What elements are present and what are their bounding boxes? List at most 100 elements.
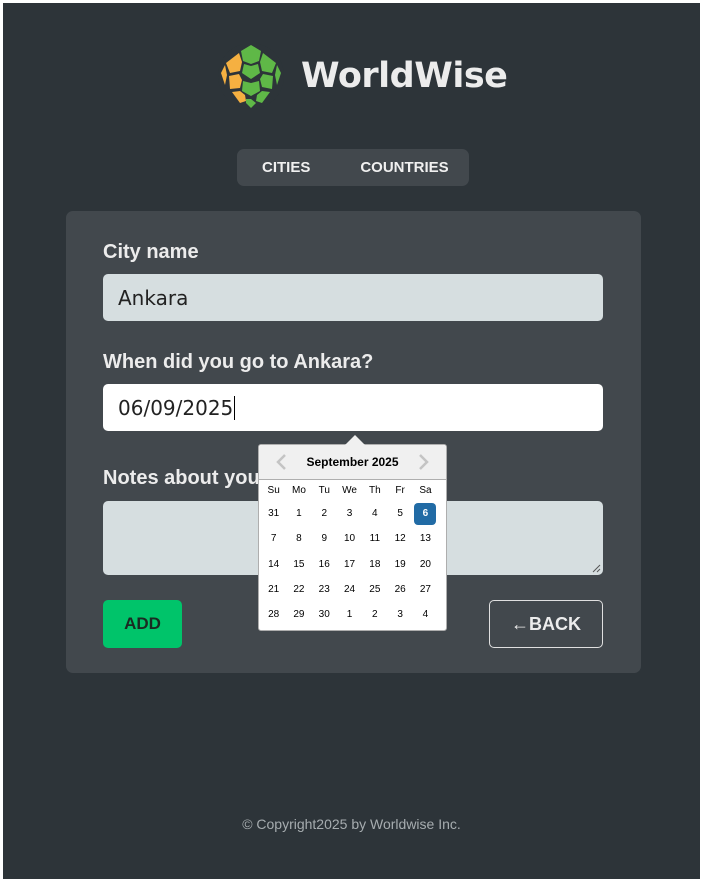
calendar-day[interactable]: 11: [362, 526, 387, 551]
calendar-day-number: 4: [422, 609, 429, 621]
calendar-day[interactable]: 15: [286, 552, 311, 577]
back-button[interactable]: ←BACK: [489, 600, 603, 648]
calendar-day-number: 15: [293, 558, 305, 570]
calendar-day-number: 12: [394, 533, 406, 545]
calendar-day-number: 6: [414, 502, 437, 525]
calendar-day[interactable]: 16: [312, 552, 337, 577]
calendar-day[interactable]: 3: [337, 501, 362, 526]
brand-name: WorldWise: [301, 56, 508, 96]
tab-bar: CITIES COUNTRIES: [237, 149, 469, 186]
calendar-day[interactable]: 2: [312, 501, 337, 526]
datepicker-popup: September 2025 Su Mo Tu We Th Fr Sa 31 1 2…: [258, 435, 447, 631]
weekday-label: Su: [267, 485, 280, 496]
weekday-label: Tu: [318, 485, 330, 496]
calendar-day-number: 4: [372, 508, 378, 520]
datepicker-day-grid: 31 1 2 3 4 5 6 7 8 9 10 11 12 13 14 15 16 17 18 19 20 21 22 23 2…: [261, 501, 446, 627]
date-label: When did you go to Ankara?: [103, 351, 374, 373]
calendar-day-number: 3: [346, 508, 353, 520]
calendar-day[interactable]: 8: [286, 526, 311, 551]
datepicker-pointer: [345, 435, 365, 445]
calendar-day-number: 27: [419, 584, 431, 596]
calendar-day-number: 3: [397, 609, 403, 621]
calendar-day-number: 29: [293, 609, 305, 621]
calendar-day-number: 31: [268, 508, 280, 520]
tab-countries[interactable]: COUNTRIES: [360, 159, 448, 176]
calendar-day-number: 2: [321, 508, 328, 520]
weekday-label: We: [342, 485, 357, 496]
calendar-day[interactable]: 12: [387, 526, 412, 551]
copyright-footer: © Copyright2025 by Worldwise Inc.: [242, 816, 461, 832]
calendar-day[interactable]: 3: [387, 602, 412, 627]
calendar-day-number: 2: [372, 609, 378, 621]
calendar-day-number: 11: [369, 533, 381, 545]
calendar-day[interactable]: 1: [286, 501, 311, 526]
calendar-day[interactable]: 1: [337, 602, 362, 627]
calendar-day-number: 30: [318, 609, 330, 621]
calendar-day[interactable]: 29: [286, 602, 311, 627]
city-name-label: City name: [103, 241, 199, 263]
calendar-day[interactable]: 19: [387, 552, 412, 577]
weekday-label: Fr: [395, 485, 405, 496]
add-button[interactable]: ADD: [103, 600, 182, 648]
calendar-day[interactable]: 2: [362, 602, 387, 627]
calendar-day[interactable]: 28: [261, 602, 286, 627]
calendar-day[interactable]: 25: [362, 577, 387, 602]
weekday-label: Mo: [291, 485, 306, 496]
calendar-day-number: 25: [369, 584, 381, 596]
calendar-day-number: 13: [419, 533, 431, 545]
calendar-day[interactable]: 4: [362, 501, 387, 526]
calendar-day[interactable]: 20: [413, 552, 438, 577]
calendar-day-number: 14: [268, 558, 280, 570]
calendar-day-selected[interactable]: 6: [413, 501, 438, 526]
calendar-day[interactable]: 4: [413, 602, 438, 627]
calendar-day[interactable]: 13: [413, 526, 438, 551]
calendar-day-number: 22: [293, 584, 305, 596]
datepicker-header: September 2025: [259, 445, 446, 480]
calendar-day-number: 28: [268, 609, 280, 621]
date-input[interactable]: 06/09/2025: [103, 384, 603, 431]
calendar-day-number: 26: [394, 584, 406, 596]
calendar-day-number: 23: [318, 584, 330, 596]
date-value: 06/09/2025: [118, 395, 234, 420]
calendar-day-number: 10: [343, 533, 356, 545]
calendar-day-number: 24: [343, 584, 356, 596]
calendar-day[interactable]: 5: [387, 501, 412, 526]
weekday-label: Th: [369, 485, 381, 496]
calendar-day-number: 16: [318, 558, 330, 570]
calendar-day-number: 18: [369, 558, 381, 570]
calendar-day-number: 1: [296, 508, 302, 520]
tab-cities[interactable]: CITIES: [262, 159, 310, 176]
globe-logo-icon: [218, 43, 284, 109]
weekday-label: Sa: [419, 485, 432, 496]
calendar-day[interactable]: 26: [387, 577, 412, 602]
calendar-day[interactable]: 24: [337, 577, 362, 602]
calendar-day[interactable]: 31: [261, 501, 286, 526]
calendar-day-number: 21: [268, 584, 280, 596]
calendar-day-number: 20: [419, 558, 431, 570]
calendar-day[interactable]: 7: [261, 526, 286, 551]
logo[interactable]: WorldWise: [216, 41, 508, 111]
calendar-day-number: 17: [343, 558, 356, 570]
calendar-day[interactable]: 18: [362, 552, 387, 577]
city-name-input[interactable]: Ankara: [103, 274, 603, 321]
city-name-value: Ankara: [118, 285, 189, 310]
calendar-day[interactable]: 10: [337, 526, 362, 551]
calendar-day-number: 7: [270, 533, 277, 545]
calendar-day[interactable]: 17: [337, 552, 362, 577]
calendar-day[interactable]: 21: [261, 577, 286, 602]
calendar-day-number: 19: [394, 558, 406, 570]
calendar-day[interactable]: 30: [312, 602, 337, 627]
calendar-day-number: 8: [296, 533, 302, 545]
calendar-day-number: 1: [346, 609, 353, 621]
calendar-day[interactable]: 23: [312, 577, 337, 602]
calendar-day-number: 5: [397, 508, 403, 520]
calendar-day[interactable]: 27: [413, 577, 438, 602]
calendar-day[interactable]: 14: [261, 552, 286, 577]
calendar-day[interactable]: 22: [286, 577, 311, 602]
chevron-right-icon[interactable]: [414, 453, 432, 471]
calendar-day-number: 9: [321, 533, 328, 545]
weekday-row: Su Mo Tu We Th Fr Sa: [261, 485, 446, 496]
resize-handle-icon[interactable]: [592, 564, 601, 573]
text-caret: [234, 395, 236, 420]
calendar-day[interactable]: 9: [312, 526, 337, 551]
